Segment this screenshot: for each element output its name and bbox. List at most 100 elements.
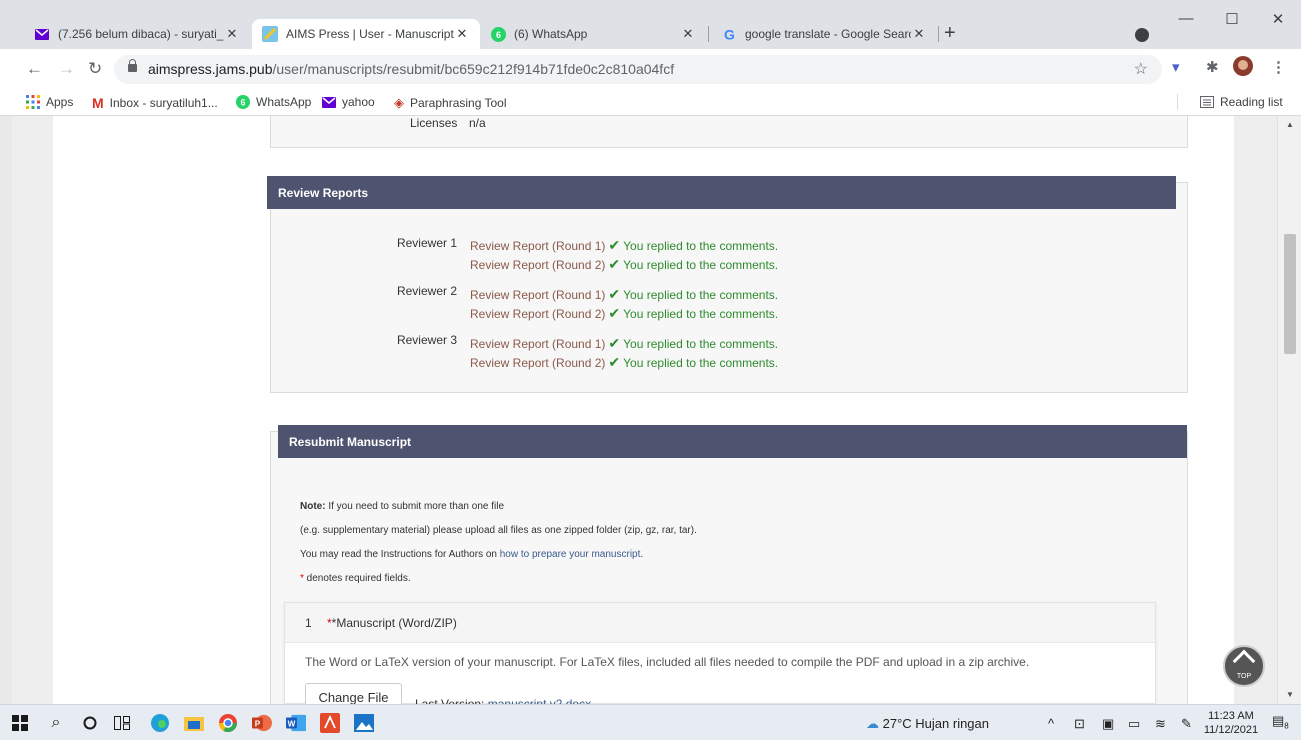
checkmark-icon: ✔ bbox=[608, 305, 621, 321]
top-label: TOP bbox=[1236, 673, 1252, 680]
battery-icon[interactable]: ▭ bbox=[1128, 716, 1140, 732]
paraphrasing-icon: ◈ bbox=[394, 95, 404, 110]
review-reports-heading: Review Reports bbox=[267, 176, 1176, 209]
url-text: aimspress.jams.pub/user/manuscripts/resu… bbox=[148, 61, 674, 77]
wifi-icon[interactable]: ≋ bbox=[1155, 716, 1166, 732]
browser-window: (7.256 belum dibaca) - suryati_lul ✕ AIM… bbox=[0, 0, 1301, 740]
windows-taskbar: ⌕ P W ☁ 27°C Hujan ringan ^ ⊡ ▣ ▭ ≋ ✎ 11… bbox=[0, 704, 1301, 740]
weather-text: 27°C Hujan ringan bbox=[882, 716, 989, 731]
file-explorer-icon[interactable] bbox=[184, 713, 204, 733]
close-window-button[interactable]: ✕ bbox=[1255, 10, 1301, 28]
file-item-title: **Manuscript (Word/ZIP) bbox=[327, 616, 457, 630]
scroll-up-arrow-icon[interactable]: ▲ bbox=[1286, 120, 1294, 129]
bookmarks-bar: Apps M Inbox - suryatiluh1... 6 WhatsApp… bbox=[0, 89, 1301, 116]
instructions-link[interactable]: how to prepare your manuscript bbox=[500, 549, 641, 560]
bookmark-label: Inbox - suryatiluh1... bbox=[109, 96, 218, 110]
required-text: denotes required fields. bbox=[303, 573, 411, 584]
tab-google-search[interactable]: G google translate - Google Search ✕ bbox=[711, 19, 937, 49]
acrobat-reader-icon[interactable] bbox=[320, 713, 340, 733]
tab-whatsapp[interactable]: 6 (6) WhatsApp ✕ bbox=[480, 19, 706, 49]
maximize-button[interactable]: ☐ bbox=[1209, 10, 1255, 28]
address-bar[interactable]: aimspress.jams.pub/user/manuscripts/resu… bbox=[114, 55, 1162, 84]
vertical-scrollbar[interactable]: ▲ ▼ bbox=[1277, 116, 1301, 704]
replied-status: You replied to the comments. bbox=[623, 307, 779, 321]
review-report-link[interactable]: Review Report (Round 1) bbox=[470, 239, 605, 253]
close-icon[interactable]: ✕ bbox=[680, 26, 696, 42]
tab-yahoo-mail[interactable]: (7.256 belum dibaca) - suryati_lul ✕ bbox=[24, 19, 250, 49]
review-report-link[interactable]: Review Report (Round 2) bbox=[470, 258, 605, 272]
reading-list-button[interactable]: Reading list bbox=[1200, 95, 1283, 109]
reviewer-3-round-2: Review Report (Round 2) ✔ You replied to t… bbox=[470, 354, 778, 371]
close-icon[interactable]: ✕ bbox=[454, 26, 470, 42]
google-icon: G bbox=[721, 26, 737, 42]
whatsapp-icon: 6 bbox=[490, 26, 506, 42]
tab-separator bbox=[708, 26, 709, 42]
replied-status: You replied to the comments. bbox=[623, 337, 779, 351]
search-icon[interactable]: ⌕ bbox=[46, 713, 66, 733]
bookmark-yahoo[interactable]: yahoo bbox=[322, 95, 375, 109]
bookmark-gmail-inbox[interactable]: M Inbox - suryatiluh1... bbox=[92, 95, 218, 111]
bookmark-label: Paraphrasing Tool bbox=[410, 96, 507, 110]
weather-widget[interactable]: ☁ 27°C Hujan ringan bbox=[866, 716, 989, 732]
resubmit-heading: Resubmit Manuscript bbox=[278, 425, 1187, 458]
cortana-icon[interactable] bbox=[80, 713, 100, 733]
tab-aims-press[interactable]: AIMS Press | User - Manuscript R ✕ bbox=[252, 19, 480, 49]
close-icon[interactable]: ✕ bbox=[224, 26, 240, 42]
tab-title: AIMS Press | User - Manuscript R bbox=[286, 27, 454, 41]
word-icon[interactable]: W bbox=[286, 713, 306, 733]
meet-now-icon[interactable]: ⊡ bbox=[1074, 716, 1085, 732]
bookmark-star-icon[interactable]: ☆ bbox=[1134, 59, 1148, 79]
review-report-link[interactable]: Review Report (Round 2) bbox=[470, 307, 605, 321]
bookmark-label: Apps bbox=[46, 95, 74, 109]
new-tab-button[interactable]: + bbox=[944, 22, 956, 45]
notifications-icon[interactable]: ▤8 bbox=[1272, 713, 1289, 731]
reviewer-3-name: Reviewer 3 bbox=[396, 333, 457, 347]
profile-avatar[interactable] bbox=[1233, 56, 1253, 80]
yahoo-mail-icon bbox=[34, 26, 50, 42]
display-icon[interactable]: ▣ bbox=[1102, 716, 1114, 732]
powerpoint-icon[interactable]: P bbox=[252, 713, 272, 733]
review-report-link[interactable]: Review Report (Round 1) bbox=[470, 337, 605, 351]
back-arrow-icon[interactable]: ← bbox=[26, 59, 43, 79]
photos-icon[interactable] bbox=[354, 713, 374, 733]
url-path: /user/manuscripts/resubmit/bc659c212f914… bbox=[272, 61, 675, 77]
notification-count: 8 bbox=[1284, 721, 1289, 731]
checkmark-icon: ✔ bbox=[608, 335, 621, 351]
close-icon[interactable]: ✕ bbox=[911, 26, 927, 42]
bookmark-apps[interactable]: Apps bbox=[26, 95, 73, 109]
reviewer-1-round-1: Review Report (Round 1) ✔ You replied to t… bbox=[470, 237, 778, 254]
back-to-top-button[interactable]: TOP bbox=[1223, 645, 1265, 687]
extension-icon[interactable]: ▾ bbox=[1172, 58, 1180, 76]
puzzle-extensions-icon[interactable]: ✱ bbox=[1206, 58, 1219, 76]
file-item-header: 1 **Manuscript (Word/ZIP) bbox=[285, 603, 1155, 643]
tab-separator bbox=[938, 26, 939, 42]
checkmark-icon: ✔ bbox=[608, 237, 621, 253]
yahoo-mail-icon bbox=[322, 96, 336, 108]
scroll-down-arrow-icon[interactable]: ▼ bbox=[1286, 690, 1294, 699]
bookmark-paraphrasing-tool[interactable]: ◈ Paraphrasing Tool bbox=[394, 95, 507, 111]
clock-date: 11/12/2021 bbox=[1203, 724, 1259, 736]
task-view-icon[interactable] bbox=[112, 713, 132, 733]
review-report-link[interactable]: Review Report (Round 2) bbox=[470, 356, 605, 370]
scrollbar-thumb[interactable] bbox=[1284, 234, 1296, 354]
bookmark-whatsapp[interactable]: 6 WhatsApp bbox=[236, 95, 311, 109]
review-report-link[interactable]: Review Report (Round 1) bbox=[470, 288, 605, 302]
svg-text:G: G bbox=[724, 27, 735, 42]
show-hidden-icons-chevron-icon[interactable]: ^ bbox=[1048, 716, 1054, 731]
url-host: aimspress.jams.pub bbox=[148, 61, 273, 77]
chrome-icon[interactable] bbox=[218, 713, 238, 733]
chevron-up-icon bbox=[1232, 649, 1256, 673]
edge-icon[interactable] bbox=[150, 713, 170, 733]
file-item-number: 1 bbox=[305, 616, 312, 630]
tab-search-icon[interactable] bbox=[1135, 28, 1149, 42]
note-text: If you need to submit more than one file bbox=[325, 501, 504, 512]
forward-arrow-icon[interactable]: → bbox=[58, 59, 75, 79]
pen-icon[interactable]: ✎ bbox=[1181, 716, 1192, 732]
weather-cloud-icon: ☁ bbox=[866, 716, 879, 731]
reload-icon[interactable]: ↻ bbox=[88, 59, 102, 79]
windows-start-icon[interactable] bbox=[10, 713, 30, 733]
menu-kebab-icon[interactable]: ⋮ bbox=[1271, 58, 1286, 76]
minimize-button[interactable]: — bbox=[1163, 10, 1209, 27]
system-clock[interactable]: 11:23 AM 11/12/2021 bbox=[1203, 709, 1259, 737]
note-line3-suffix: . bbox=[640, 549, 644, 560]
